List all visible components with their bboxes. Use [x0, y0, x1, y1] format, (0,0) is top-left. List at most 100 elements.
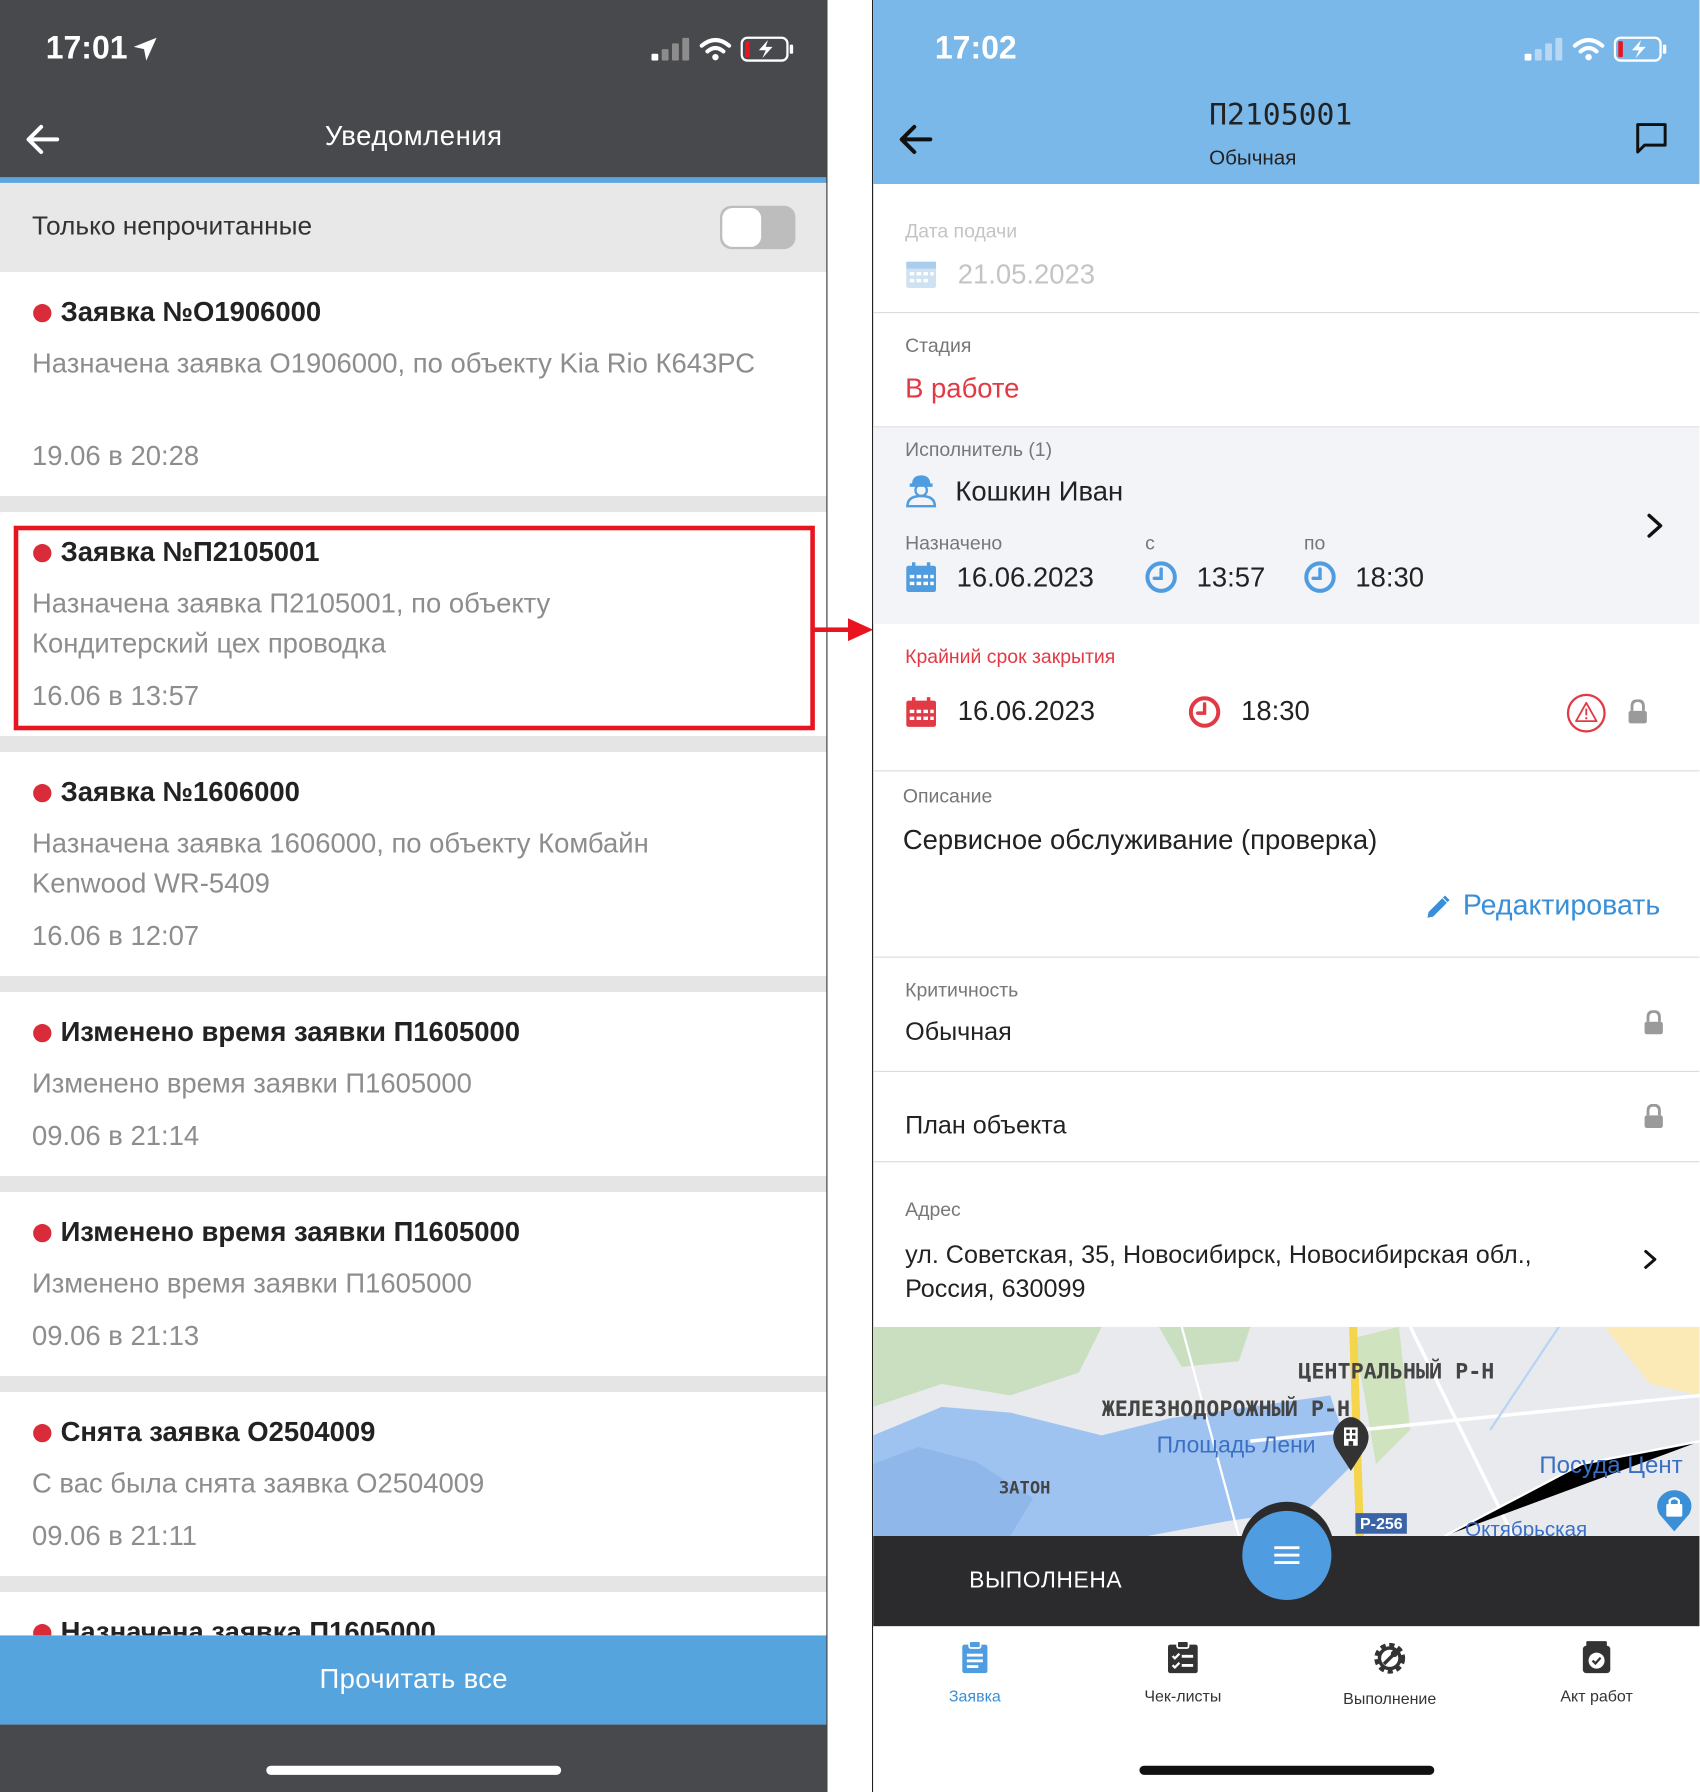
home-indicator	[266, 1765, 562, 1775]
to-time: 18:30	[1355, 562, 1425, 594]
pencil-icon[interactable]	[1424, 894, 1451, 921]
back-arrow-icon[interactable]	[896, 119, 937, 160]
executor-section[interactable]: Исполнитель (1) Кошкин Иван Назначено с …	[873, 427, 1700, 624]
calendar-icon	[906, 697, 936, 727]
notification-title: Снята заявка О2504009	[60, 1417, 376, 1448]
map-pin-icon[interactable]	[1330, 1416, 1371, 1473]
criticality-section: Критичность Обычная	[873, 958, 1700, 1072]
separator	[0, 495, 827, 512]
connector-arrowhead	[847, 618, 874, 642]
map-label-district: ЦЕНТРАЛЬНЫЙ Р-Н	[1298, 1358, 1495, 1384]
location-arrow-icon	[133, 37, 157, 61]
request-details-screen: 17:02 П2105001 Обычная Дата подачи 21.05…	[871, 0, 1700, 1792]
stage-value: В работе	[905, 373, 1020, 405]
notification-item[interactable]: Снята заявка О2504009 С вас была снята з…	[0, 1391, 827, 1576]
deadline-section: Крайний срок закрытия 16.06.2023 18:30	[873, 624, 1700, 772]
criticality-value: Обычная	[905, 1017, 1012, 1046]
tab-execution[interactable]: Выполнение	[1304, 1640, 1475, 1707]
wifi-icon	[1572, 38, 1605, 61]
battery-icon	[740, 36, 794, 62]
object-plan-label: План объекта	[905, 1110, 1067, 1140]
menu-fab-button[interactable]	[1242, 1510, 1332, 1600]
map-label-zaton: ЗАТОН	[998, 1477, 1051, 1499]
request-priority: Обычная	[1209, 146, 1297, 170]
tab-label: Выполнение	[1343, 1689, 1437, 1708]
map-label-district: ЖЕЛЕЗНОДОРОЖНЫЙ Р-Н	[1101, 1396, 1351, 1422]
checklist-icon	[1167, 1640, 1198, 1674]
clock-icon	[1304, 561, 1336, 593]
clipboard-icon	[962, 1640, 988, 1674]
address-section[interactable]: Адрес ул. Советская, 35, Новосибирск, Но…	[873, 1162, 1699, 1327]
unread-filter-label: Только непрочитанные	[31, 210, 313, 240]
notification-title: Заявка №1606000	[60, 777, 300, 808]
tab-label: Акт работ	[1560, 1686, 1633, 1706]
tab-request[interactable]: Заявка	[889, 1640, 1060, 1705]
unread-only-toggle[interactable]	[719, 205, 796, 250]
notification-item[interactable]: Заявка №1606000 Назначена заявка 1606000…	[0, 751, 827, 976]
notification-body: Изменено время заявки П1605000	[31, 1068, 472, 1100]
clock-icon	[1188, 696, 1221, 728]
act-check-icon	[1582, 1641, 1611, 1674]
status-time: 17:02	[934, 29, 1017, 66]
request-number: П2105001	[1209, 98, 1353, 133]
unread-filter-row: Только непрочитанные	[0, 182, 827, 272]
description-section: Описание Сервисное обслуживание (проверк…	[873, 771, 1700, 958]
notification-item[interactable]: Заявка №О1906000 Назначена заявка О19060…	[0, 271, 827, 496]
criticality-label: Критичность	[905, 979, 1019, 1002]
notification-item[interactable]: Изменено время заявки П1605000 Изменено …	[0, 991, 827, 1176]
lock-icon	[1644, 1103, 1663, 1128]
description-label: Описание	[902, 785, 993, 807]
highlight-frame	[13, 525, 815, 731]
notifications-screen: 17:01 Уведомления Только непрочитанные З…	[0, 0, 828, 1792]
separator	[0, 1575, 827, 1592]
status-time: 17:01	[45, 29, 128, 66]
map-label-station: Октябрьская	[1465, 1517, 1588, 1536]
notifications-header	[0, 0, 827, 183]
separator	[0, 975, 827, 992]
notification-time: 16.06 в 12:07	[31, 921, 200, 952]
notification-item[interactable]: Изменено время заявки П1605000 Изменено …	[0, 1191, 827, 1376]
unread-dot	[33, 1623, 52, 1636]
address-line-2: Россия, 630099	[905, 1274, 1086, 1303]
executor-name: Кошкин Иван	[955, 476, 1124, 508]
tab-label: Заявка	[948, 1686, 1001, 1706]
deadline-label: Крайний срок закрытия	[905, 645, 1116, 668]
notification-item[interactable]: Назначена заявка П1605000	[0, 1591, 827, 1636]
toggle-knob	[722, 207, 762, 247]
object-plan-section[interactable]: План объекта	[873, 1072, 1700, 1163]
notification-time: 09.06 в 21:14	[31, 1121, 200, 1152]
from-label: с	[1145, 532, 1155, 555]
tab-work-act[interactable]: Акт работ	[1511, 1640, 1682, 1705]
from-time: 13:57	[1196, 562, 1266, 594]
notification-time: 19.06 в 20:28	[31, 441, 200, 472]
status-completed-label[interactable]: ВЫПОЛНЕНА	[969, 1568, 1122, 1594]
notification-body: Изменено время заявки П1605000	[31, 1268, 472, 1300]
edit-description-button[interactable]: Редактировать	[1463, 889, 1660, 922]
warning-icon[interactable]	[1566, 693, 1607, 734]
tab-checklists[interactable]: Чек-листы	[1097, 1640, 1268, 1705]
submit-date-value: 21.05.2023	[957, 259, 1095, 291]
notification-title: Изменено время заявки П1605000	[60, 1017, 521, 1048]
read-all-button[interactable]: Прочитать все	[0, 1635, 827, 1725]
signal-icon	[651, 37, 690, 61]
wifi-icon	[699, 38, 732, 61]
stage-label: Стадия	[905, 334, 972, 357]
page-title: Уведомления	[324, 121, 503, 152]
notification-body: Назначена заявка 1606000, по объекту Ком…	[31, 828, 649, 900]
notification-time: 09.06 в 21:11	[31, 1521, 198, 1552]
separator	[0, 1175, 827, 1192]
map-label-square: Площадь Лени	[1156, 1433, 1316, 1459]
unread-dot	[33, 1423, 52, 1443]
unread-dot	[33, 1023, 52, 1043]
stage-section: Стадия В работе	[873, 313, 1700, 428]
chat-icon[interactable]	[1634, 121, 1668, 158]
signal-icon	[1524, 37, 1563, 61]
bottom-bar	[0, 1724, 827, 1792]
separator	[0, 1375, 827, 1392]
connector-line	[813, 627, 851, 632]
gear-wrench-icon	[1374, 1642, 1406, 1674]
chevron-right-icon	[1647, 513, 1663, 538]
calendar-icon	[906, 261, 936, 288]
clock-icon	[1145, 561, 1177, 593]
tab-label: Чек-листы	[1144, 1686, 1222, 1706]
